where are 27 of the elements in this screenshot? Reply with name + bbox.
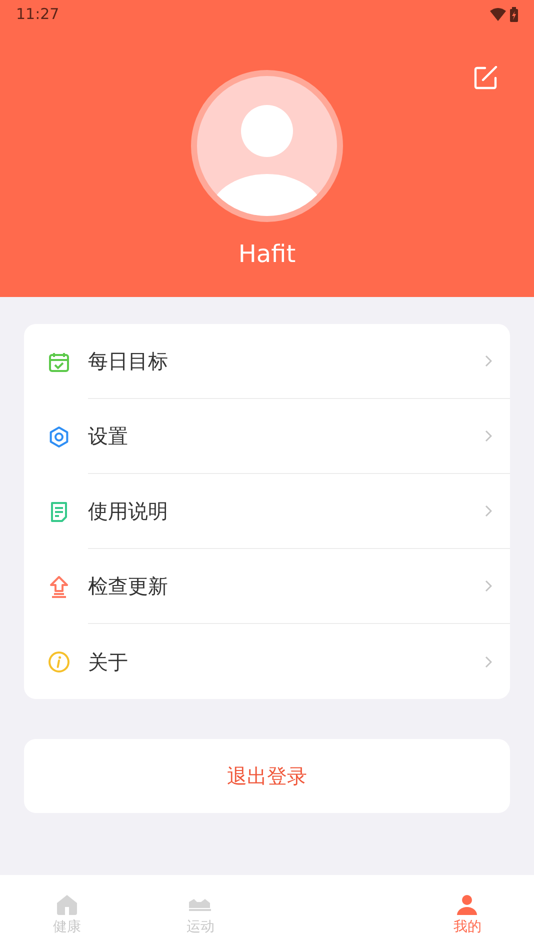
chevron-right-icon <box>485 505 492 517</box>
info-icon <box>48 650 70 672</box>
menu-item[interactable]: 每日目标 <box>24 324 510 399</box>
wifi-icon <box>490 8 506 20</box>
user-name: Hafit <box>237 239 297 270</box>
edit-icon[interactable] <box>474 66 498 90</box>
chevron-right-icon <box>485 656 492 668</box>
menu-label: 关于 <box>88 648 129 676</box>
menu-item[interactable]: 关于 <box>24 624 510 699</box>
status-time: 11:27 <box>16 4 60 25</box>
menu-label: 检查更新 <box>88 573 169 600</box>
menu-item[interactable]: 检查更新 <box>24 549 510 624</box>
menu-label: 设置 <box>88 423 129 450</box>
calendar-check-icon <box>48 350 70 372</box>
menu-item[interactable]: 设置 <box>24 399 510 474</box>
menu-label: 使用说明 <box>88 498 169 525</box>
settings-icon <box>48 426 70 448</box>
chevron-right-icon <box>485 355 492 367</box>
person-icon <box>455 892 480 916</box>
chevron-right-icon <box>485 430 492 442</box>
upload-arrow-icon <box>48 576 70 598</box>
chevron-right-icon <box>485 580 492 592</box>
battery-icon <box>510 6 518 22</box>
home-icon <box>54 892 79 916</box>
document-icon <box>48 500 70 522</box>
menu-label: 每日目标 <box>88 348 169 375</box>
menu-item[interactable]: 使用说明 <box>24 474 510 549</box>
